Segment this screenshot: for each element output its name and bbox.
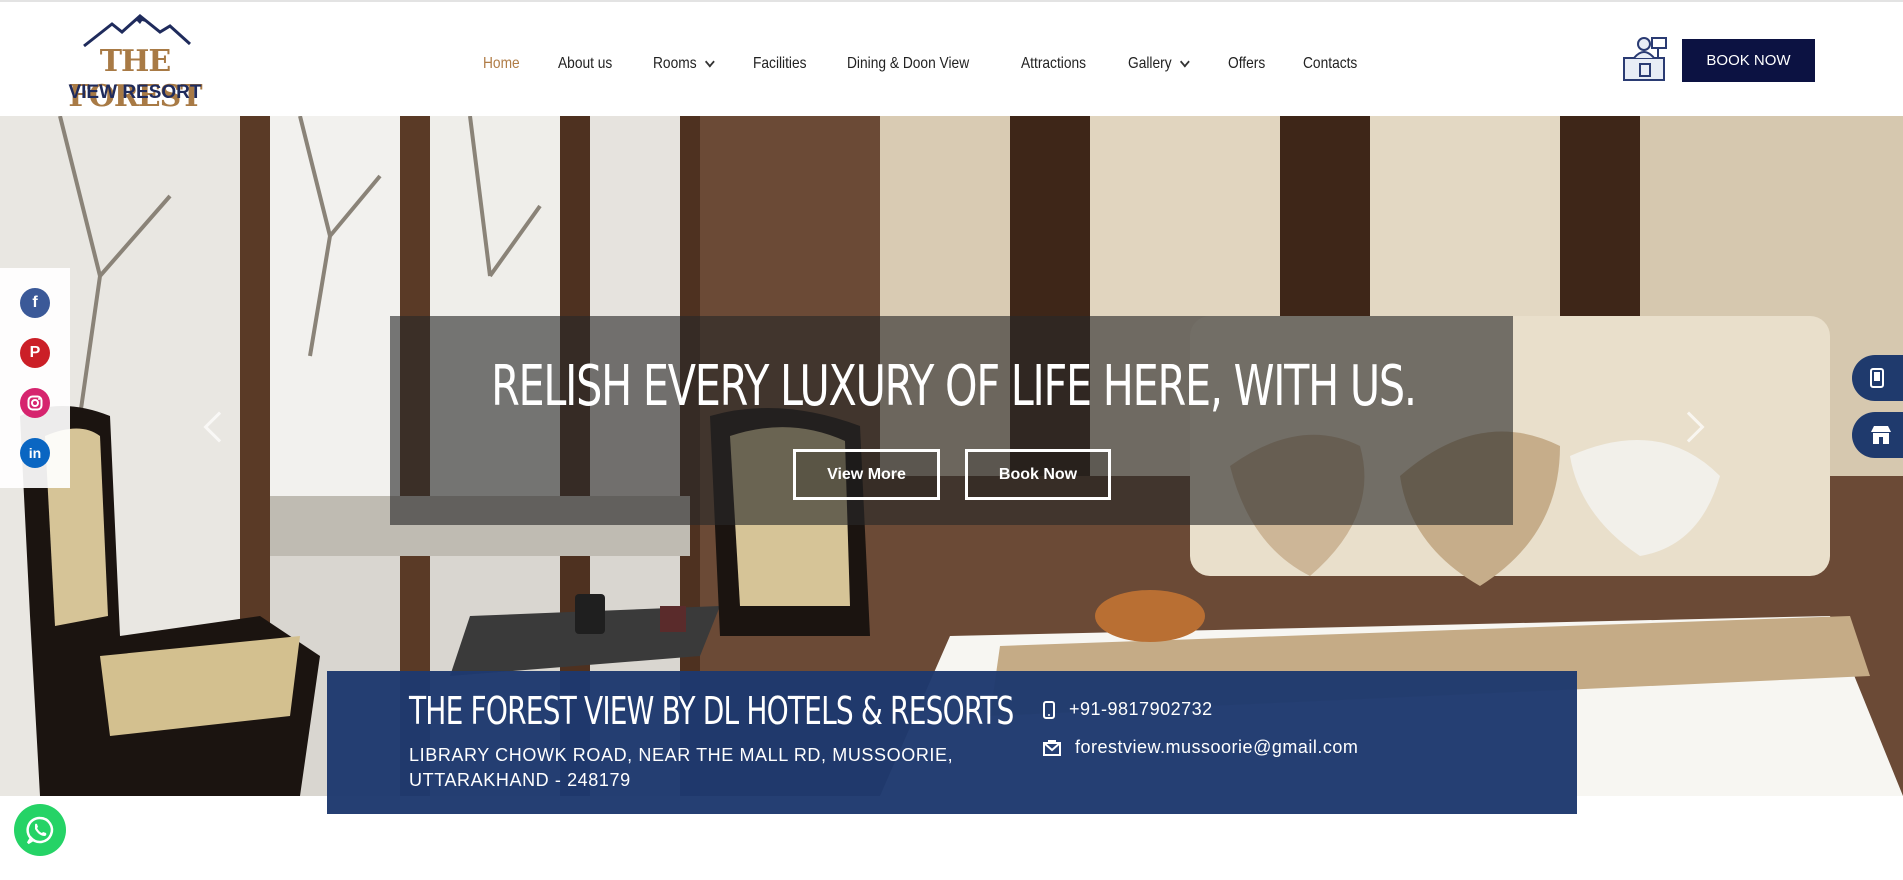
nav-attractions-label: Attractions <box>1020 55 1086 72</box>
facebook-icon[interactable]: f <box>20 288 50 318</box>
nav-attractions[interactable]: Attractions <box>1021 55 1086 73</box>
mountain-logo-icon <box>83 14 192 48</box>
site-logo[interactable]: THE FOREST VIEW RESORT <box>40 14 230 114</box>
nav-gallery[interactable]: Gallery <box>1128 55 1190 73</box>
phone-icon <box>1043 700 1055 719</box>
nav-contacts-label: Contacts <box>1303 55 1358 72</box>
nav-offers-label: Offers <box>1228 55 1266 72</box>
hotel-info-bar: THE FOREST VIEW BY DL HOTELS & RESORTS L… <box>327 671 1577 814</box>
nav-home[interactable]: Home <box>483 55 520 73</box>
email-contact[interactable]: forestview.mussoorie@gmail.com <box>1043 737 1358 758</box>
hero-book-now-button[interactable]: Book Now <box>965 449 1111 500</box>
whatsapp-chat-button[interactable] <box>14 804 66 856</box>
email-address: forestview.mussoorie@gmail.com <box>1075 737 1359 757</box>
main-nav: Home About us Rooms Facilities Dining & … <box>483 52 1398 76</box>
linkedin-icon[interactable]: in <box>20 438 50 468</box>
nav-dining[interactable]: Dining & Doon View <box>847 55 969 73</box>
nav-about-us[interactable]: About us <box>558 55 612 73</box>
mobile-phone-icon <box>1870 368 1884 388</box>
header-book-now-button[interactable]: BOOK NOW <box>1682 39 1815 82</box>
view-more-button[interactable]: View More <box>793 449 940 500</box>
hotel-address: LIBRARY CHOWK ROAD, NEAR THE MALL RD, MU… <box>409 745 954 790</box>
chevron-down-icon <box>1180 56 1190 68</box>
nav-offers[interactable]: Offers <box>1228 55 1265 73</box>
nav-dining-label: Dining & Doon View <box>846 55 969 72</box>
nav-rooms[interactable]: Rooms <box>652 55 715 73</box>
store-tab[interactable] <box>1852 412 1903 458</box>
nav-gallery-label: Gallery <box>1128 55 1172 72</box>
site-header: THE FOREST VIEW RESORT Home About us Roo… <box>0 2 1903 116</box>
envelope-icon <box>1043 739 1061 756</box>
nav-home-label: Home <box>483 55 520 72</box>
pinterest-icon[interactable]: P <box>20 338 50 368</box>
phone-number: +91-9817902732 <box>1069 699 1213 719</box>
logo-text-secondary: VIEW RESORT <box>68 82 202 103</box>
nav-rooms-label: Rooms <box>652 55 697 72</box>
hero-caption-box: RELISH EVERY LUXURY OF LIFE HERE, WITH U… <box>390 316 1513 525</box>
hotel-name: THE FOREST VIEW BY DL HOTELS & RESORTS <box>409 689 1014 733</box>
mobile-phone-tab[interactable] <box>1852 355 1903 401</box>
nav-facilities[interactable]: Facilities <box>753 55 807 73</box>
whatsapp-icon <box>26 816 54 845</box>
chevron-down-icon <box>704 56 715 68</box>
nav-about-label: About us <box>557 55 613 72</box>
phone-contact[interactable]: +91-9817902732 <box>1043 699 1213 720</box>
reception-desk-icon[interactable] <box>1622 34 1670 84</box>
social-sidebar: f P in <box>0 268 70 488</box>
hero-caption-title: RELISH EVERY LUXURY OF LIFE HERE, WITH U… <box>491 354 1417 419</box>
store-icon <box>1871 426 1891 444</box>
instagram-icon[interactable] <box>20 388 50 418</box>
nav-contacts[interactable]: Contacts <box>1303 55 1357 73</box>
nav-facilities-label: Facilities <box>752 55 807 72</box>
